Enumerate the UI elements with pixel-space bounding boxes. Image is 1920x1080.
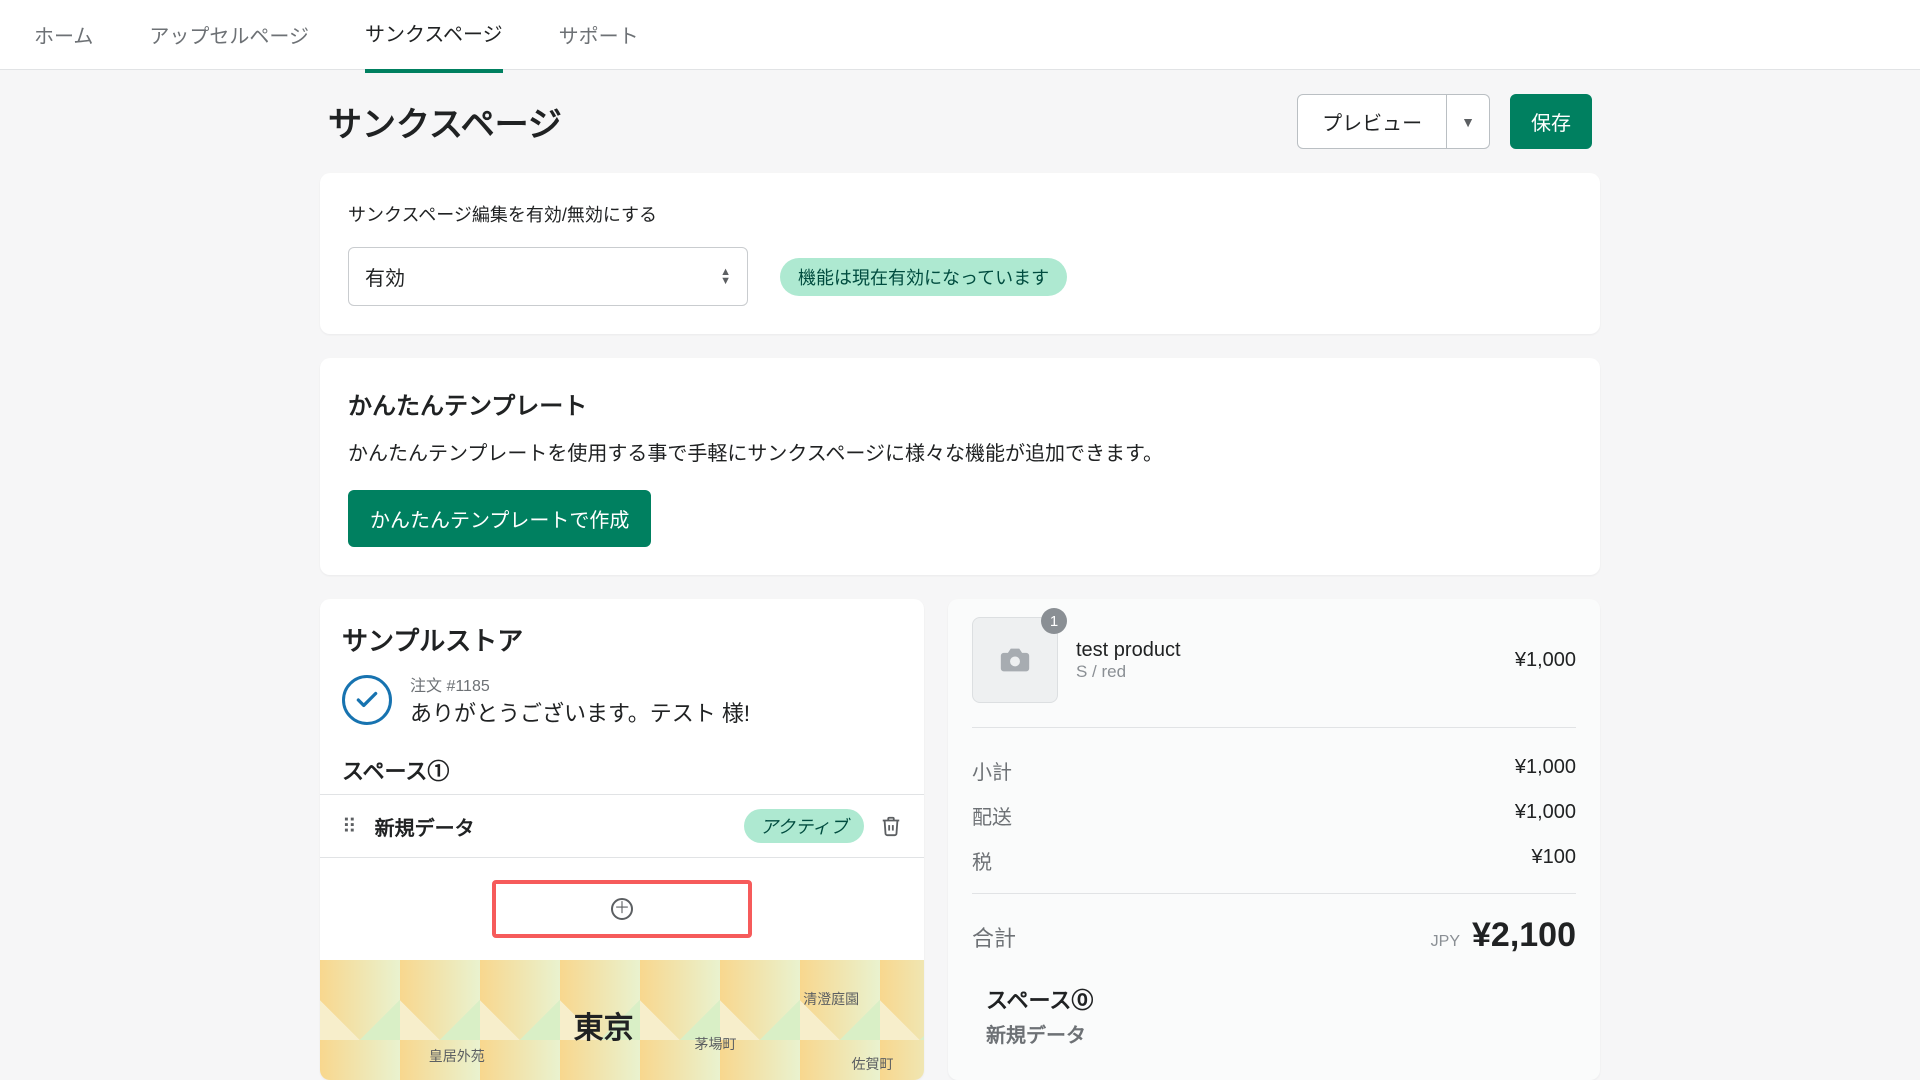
select-caret-icon: ▲▼ — [720, 268, 731, 285]
data-row[interactable]: ⠿ 新規データ アクティブ — [320, 794, 924, 858]
map-preview: 東京 皇居外苑 清澄庭園 茅場町 佐賀町 — [320, 960, 924, 1080]
store-name: サンプルストア — [320, 621, 924, 672]
drag-handle-icon[interactable]: ⠿ — [342, 814, 357, 839]
map-city-label: 東京 — [574, 1003, 634, 1047]
preview-button-group: プレビュー ▼ — [1297, 94, 1490, 149]
product-thumbnail: 1 — [972, 617, 1058, 703]
enable-card: サンクスページ編集を有効/無効にする 有効 ▲▼ 機能は現在有効になっています — [320, 173, 1600, 334]
item-name: test product — [1076, 639, 1497, 662]
camera-icon — [998, 643, 1032, 677]
shipping-row: 配送 ¥1,000 — [972, 793, 1576, 838]
add-highlight-box: ＋ — [492, 880, 752, 938]
qty-badge: 1 — [1041, 608, 1067, 634]
trash-icon[interactable] — [880, 815, 902, 837]
totals: 小計 ¥1,000 配送 ¥1,000 税 ¥100 合計 JPY ¥2,100 — [972, 727, 1576, 955]
grand-total-amount: ¥2,100 — [1472, 916, 1576, 955]
add-row: ＋ — [320, 858, 924, 960]
data-row-status-badge: アクティブ — [744, 809, 864, 843]
enable-status-badge: 機能は現在有効になっています — [780, 258, 1067, 296]
order-summary-panel: 1 test product S / red ¥1,000 小計 ¥1,000 … — [948, 599, 1600, 1080]
tax-row: 税 ¥100 — [972, 838, 1576, 883]
map-poi: 茅場町 — [694, 1034, 736, 1054]
template-card: かんたんテンプレート かんたんテンプレートを使用する事で手軽にサンクスページに様… — [320, 358, 1600, 575]
enable-select[interactable]: 有効 ▲▼ — [348, 247, 748, 306]
thanks-message: ありがとうございます。テスト 様! — [410, 696, 750, 728]
caret-down-icon: ▼ — [1461, 114, 1475, 130]
page-header: サンクスページ プレビュー ▼ 保存 — [320, 94, 1600, 173]
order-number: 注文 #1185 — [410, 672, 750, 696]
sample-preview-panel: サンプルストア 注文 #1185 ありがとうございます。テスト 様! スペース①… — [320, 599, 924, 1080]
subtotal-row: 小計 ¥1,000 — [972, 748, 1576, 793]
top-tabs: ホーム アップセルページ サンクスページ サポート — [0, 0, 1920, 70]
enable-label: サンクスページ編集を有効/無効にする — [348, 201, 1572, 227]
template-title: かんたんテンプレート — [348, 386, 1572, 421]
right-space-label: スペース⓪ — [972, 955, 1576, 1019]
right-peek-row: 新規データ — [972, 1019, 1576, 1048]
currency-label: JPY — [1431, 933, 1460, 951]
template-create-button[interactable]: かんたんテンプレートで作成 — [348, 490, 651, 547]
map-poi: 皇居外苑 — [429, 1046, 485, 1066]
item-variant: S / red — [1076, 662, 1497, 682]
tab-upsell[interactable]: アップセルページ — [149, 20, 309, 71]
page-title: サンクスページ — [328, 97, 562, 146]
data-row-label: 新規データ — [375, 812, 475, 841]
thanks-row: 注文 #1185 ありがとうございます。テスト 様! — [320, 672, 924, 746]
tab-home[interactable]: ホーム — [34, 20, 93, 71]
template-desc: かんたんテンプレートを使用する事で手軽にサンクスページに様々な機能が追加できます… — [348, 437, 1572, 466]
enable-select-value: 有効 — [365, 262, 405, 291]
item-price: ¥1,000 — [1515, 649, 1576, 672]
map-poi: 清澄庭園 — [803, 989, 859, 1009]
check-circle-icon — [342, 675, 392, 725]
map-poi: 佐賀町 — [852, 1054, 894, 1074]
tab-support[interactable]: サポート — [559, 20, 639, 71]
order-item: 1 test product S / red ¥1,000 — [972, 617, 1576, 727]
grand-total-row: 合計 JPY ¥2,100 — [972, 893, 1576, 955]
header-actions: プレビュー ▼ 保存 — [1297, 94, 1592, 149]
preview-dropdown[interactable]: ▼ — [1447, 94, 1490, 149]
save-button[interactable]: 保存 — [1510, 94, 1592, 149]
preview-button[interactable]: プレビュー — [1297, 94, 1447, 149]
tab-thanks[interactable]: サンクスページ — [365, 18, 503, 73]
space-section-label: スペース① — [320, 746, 924, 794]
add-icon[interactable]: ＋ — [611, 898, 633, 920]
